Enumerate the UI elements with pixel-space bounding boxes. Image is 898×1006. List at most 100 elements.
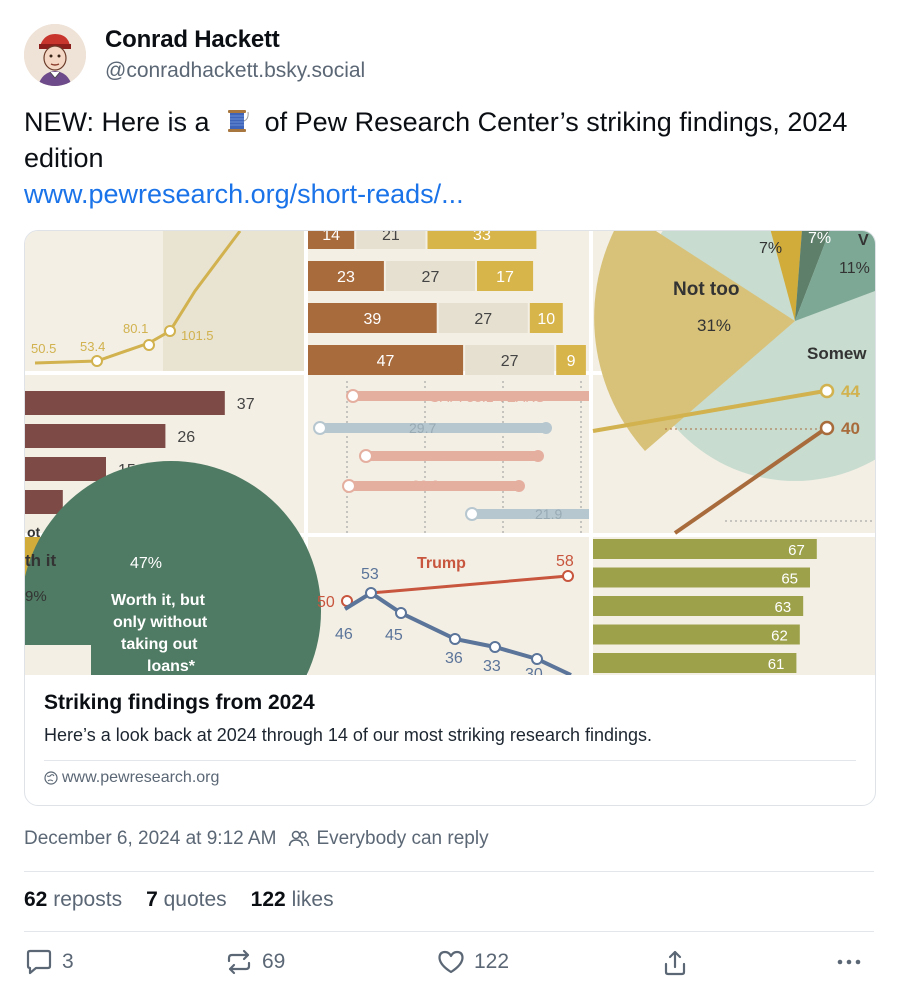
like-button[interactable]: 122 bbox=[436, 948, 509, 976]
post-meta: December 6, 2024 at 9:12 AM Everybody ca… bbox=[24, 828, 489, 850]
horizontal-bar-label: 37 bbox=[237, 396, 255, 413]
horizontal-bar bbox=[25, 424, 166, 448]
reposts-label: reposts bbox=[53, 888, 123, 911]
chart-label: Somew bbox=[807, 344, 867, 363]
chart-label: Not too bbox=[673, 279, 739, 300]
chart-label: Worth it, but bbox=[111, 592, 206, 609]
chart-label: loans* bbox=[147, 658, 196, 675]
likes-stat[interactable]: 122 likes bbox=[251, 888, 334, 912]
post-link[interactable]: www.pewresearch.org/short-reads/... bbox=[24, 176, 864, 212]
divider bbox=[24, 871, 874, 872]
repost-count: 69 bbox=[262, 950, 286, 973]
green-bar-label: 63 bbox=[775, 599, 792, 616]
reply-button[interactable]: 3 bbox=[24, 948, 74, 976]
chart-label: 47% bbox=[130, 555, 162, 572]
avatar[interactable] bbox=[24, 24, 86, 86]
green-bar bbox=[593, 653, 797, 673]
share-button[interactable] bbox=[660, 948, 698, 978]
chart-label: 31% bbox=[697, 316, 731, 335]
green-bar-label: 67 bbox=[788, 542, 805, 559]
horizontal-bar bbox=[25, 490, 63, 514]
stacked-bar-label: 14 bbox=[322, 231, 340, 244]
likes-label: likes bbox=[291, 888, 334, 911]
reply-icon bbox=[26, 949, 52, 975]
reply-count: 3 bbox=[62, 950, 74, 973]
green-bar bbox=[593, 596, 804, 616]
card-description: Here’s a look back at 2024 through 14 of… bbox=[44, 725, 653, 745]
chart-label: only without bbox=[113, 614, 208, 631]
card-divider bbox=[44, 760, 856, 761]
chart-label: 46 bbox=[335, 626, 353, 643]
stacked-bar-label: 33 bbox=[473, 231, 491, 244]
green-bar-label: 65 bbox=[781, 571, 798, 588]
chart-label: 101.5 bbox=[181, 328, 214, 343]
chart-label: Trump bbox=[417, 555, 466, 572]
globe-icon bbox=[44, 771, 58, 785]
chart-label: 44 bbox=[841, 382, 860, 401]
card-title[interactable]: Striking findings from 2024 bbox=[44, 691, 315, 715]
stacked-bar-label: 27 bbox=[422, 269, 440, 286]
author-display-name[interactable]: Conrad Hackett bbox=[105, 24, 365, 56]
engagement-stats: 62 reposts 7 quotes 122 likes bbox=[24, 888, 358, 912]
share-icon bbox=[664, 950, 686, 976]
divider bbox=[24, 931, 874, 932]
stacked-bar-label: 21 bbox=[382, 231, 400, 244]
horizontal-bar-label: 26 bbox=[177, 429, 195, 446]
like-count: 122 bbox=[474, 950, 510, 973]
chart-label: 50.5 bbox=[31, 341, 56, 356]
horizontal-bar bbox=[25, 457, 106, 481]
author-handle[interactable]: @conradhackett.bsky.social bbox=[105, 56, 365, 86]
chart-label: 22.6 bbox=[432, 448, 459, 464]
chart-label: V bbox=[858, 232, 869, 249]
stacked-bar-label: 10 bbox=[537, 311, 555, 328]
green-bar-label: 61 bbox=[768, 656, 785, 673]
horizontal-bar bbox=[25, 391, 225, 415]
chart-label: 7% bbox=[759, 240, 782, 257]
post-timestamp[interactable]: December 6, 2024 at 9:12 AM bbox=[24, 828, 276, 850]
stacked-bar-label: 23 bbox=[337, 269, 355, 286]
repost-icon bbox=[227, 949, 251, 975]
thread-spool-icon bbox=[223, 107, 251, 135]
likes-count: 122 bbox=[250, 888, 286, 911]
post-actions: 3 69 122 bbox=[24, 948, 874, 986]
chart-label: 36 bbox=[445, 650, 463, 667]
link-preview-card[interactable]: 50.5 53.4 80.1 101.5 14 21 33 23 27 17 39 27 10 4… bbox=[24, 230, 876, 806]
green-bar bbox=[593, 624, 800, 645]
chart-label: 45 bbox=[385, 627, 403, 644]
more-options-button[interactable] bbox=[834, 948, 872, 976]
repost-button[interactable]: 69 bbox=[224, 948, 285, 976]
green-bar-label: 62 bbox=[771, 628, 788, 645]
chart-label: 30 bbox=[525, 666, 543, 675]
post-text: NEW: Here is a of Pew Research Center’s … bbox=[24, 104, 864, 212]
reply-setting: Everybody can reply bbox=[288, 828, 489, 850]
chart-label: 29.7 bbox=[409, 420, 436, 436]
chart-label: 22.2 bbox=[412, 477, 439, 493]
stacked-bar-label: 17 bbox=[496, 269, 514, 286]
chart-label: 50 bbox=[317, 594, 335, 611]
heart-icon bbox=[438, 950, 464, 974]
ellipsis-icon bbox=[837, 959, 861, 965]
stacked-bar-label: 27 bbox=[501, 353, 519, 370]
chart-label: th it bbox=[25, 551, 56, 570]
post-header: Conrad Hackett @conradhackett.bsky.socia… bbox=[24, 24, 365, 86]
quotes-stat[interactable]: 7 quotes bbox=[146, 888, 227, 912]
chart-label: 33 bbox=[483, 658, 501, 675]
chart-label: 21.9 bbox=[535, 506, 562, 522]
green-bar bbox=[593, 567, 810, 588]
chart-label: GAP: 38.1 YEARS bbox=[429, 389, 545, 405]
chart-label: 9% bbox=[25, 588, 47, 605]
chart-label: 53.4 bbox=[80, 339, 105, 354]
chart-label: taking out bbox=[121, 636, 198, 653]
reposts-stat[interactable]: 62 reposts bbox=[24, 888, 122, 912]
reply-setting-text: Everybody can reply bbox=[316, 828, 489, 849]
card-domain-text: www.pewresearch.org bbox=[62, 769, 220, 786]
avatar-illustration-icon bbox=[24, 24, 86, 86]
stacked-bar-label: 27 bbox=[474, 311, 492, 328]
green-bar bbox=[593, 539, 817, 559]
people-icon bbox=[289, 830, 310, 847]
chart-label: 53 bbox=[361, 566, 379, 583]
chart-label: 80.1 bbox=[123, 321, 148, 336]
chart-label: 7% bbox=[808, 231, 831, 247]
post-text-part-1: NEW: Here is a bbox=[24, 107, 210, 137]
link-preview-image[interactable]: 50.5 53.4 80.1 101.5 14 21 33 23 27 17 39 27 10 4… bbox=[25, 231, 875, 675]
